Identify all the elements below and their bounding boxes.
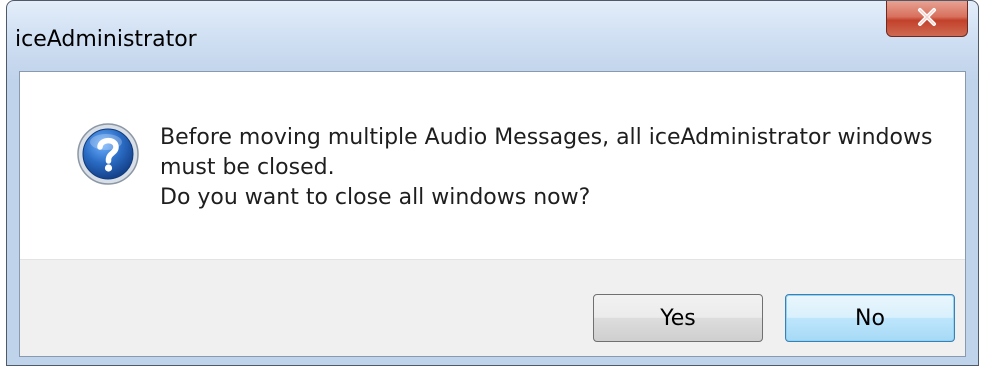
title-bar[interactable]: iceAdministrator: [7, 1, 978, 71]
no-button[interactable]: No: [785, 294, 955, 342]
message-text: Before moving multiple Audio Messages, a…: [160, 123, 950, 213]
dialog-body: Before moving multiple Audio Messages, a…: [19, 71, 966, 357]
message-area: Before moving multiple Audio Messages, a…: [20, 72, 965, 262]
message-line: Before moving multiple Audio Messages, a…: [160, 125, 933, 150]
question-icon: [76, 122, 140, 186]
window-title: iceAdministrator: [15, 27, 197, 52]
yes-button[interactable]: Yes: [593, 294, 763, 342]
dialog-window: iceAdministrator Before moving multiple …: [6, 0, 979, 366]
close-button[interactable]: [886, 1, 968, 37]
close-icon: [916, 7, 938, 31]
message-line: Do you want to close all windows now?: [160, 185, 591, 210]
message-line: must be closed.: [160, 155, 335, 180]
button-area: Yes No: [20, 259, 965, 356]
